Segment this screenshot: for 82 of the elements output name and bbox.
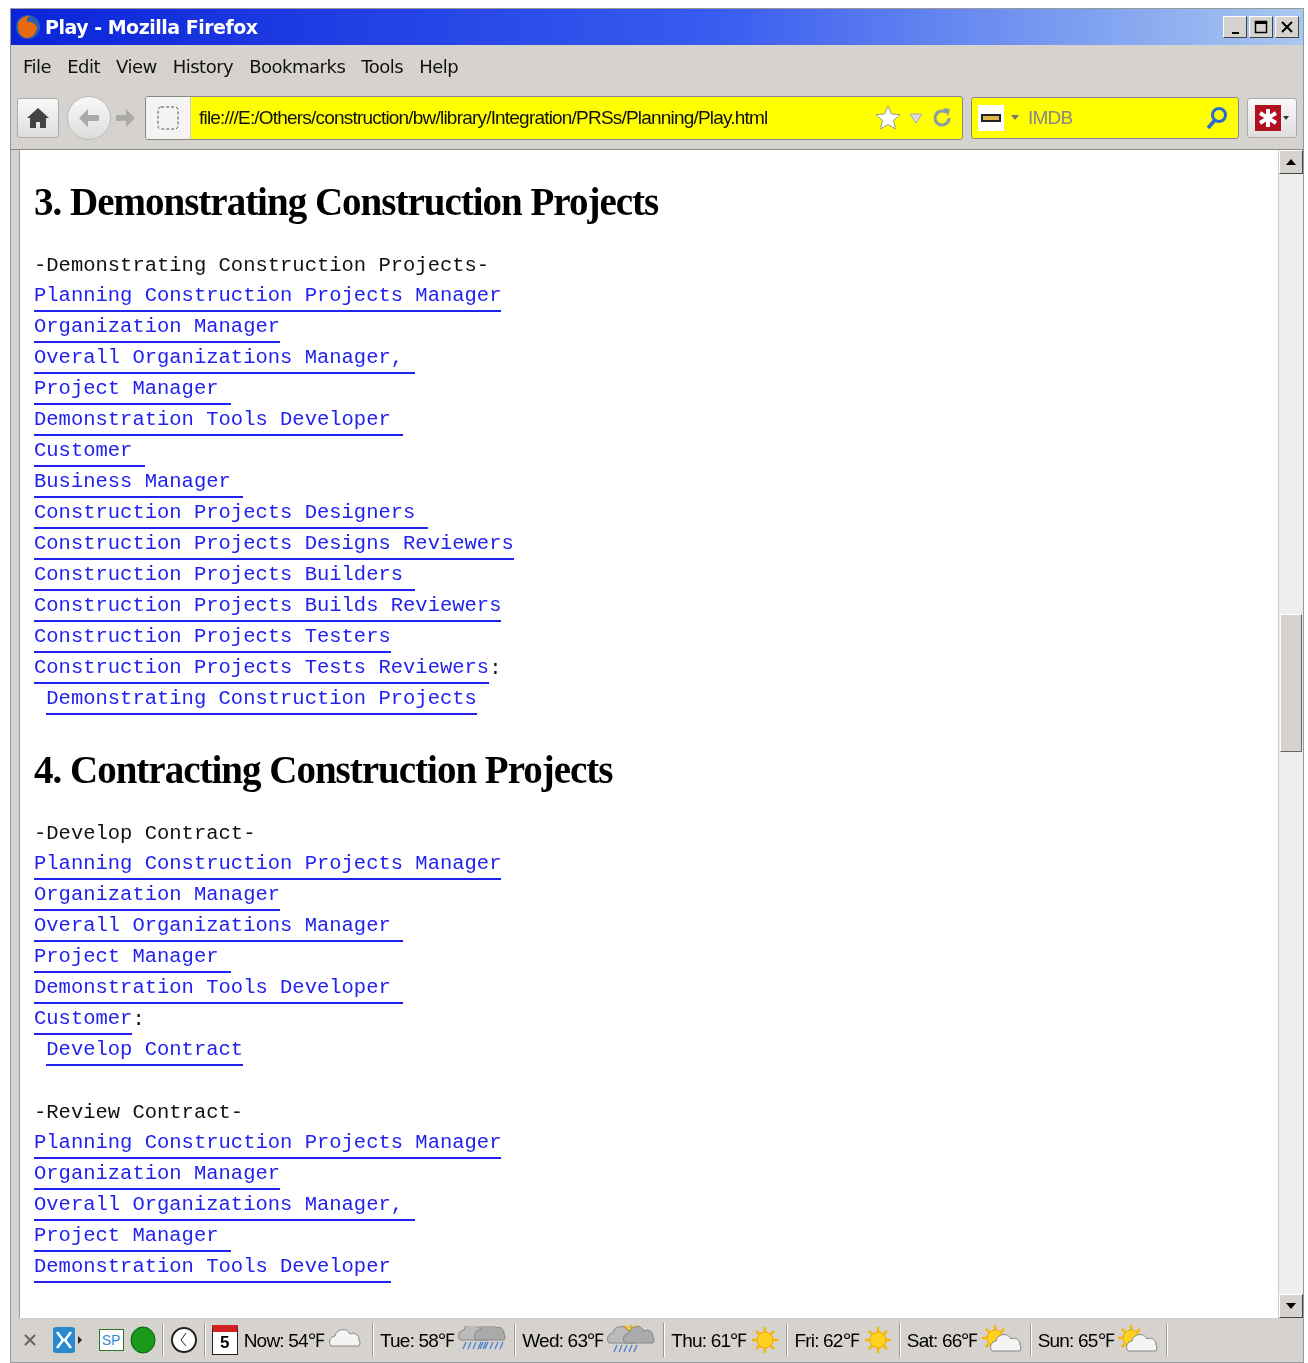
role-link[interactable]: Project Manager — [34, 942, 231, 973]
scroll-down-button[interactable] — [1279, 1294, 1303, 1318]
role-link[interactable]: Planning Construction Projects Manager — [34, 281, 502, 312]
scroll-up-button[interactable] — [1279, 150, 1303, 174]
weather-text: Sat: 66℉ — [906, 1329, 978, 1353]
menu-item[interactable]: History — [166, 53, 240, 79]
close-icon — [1280, 20, 1294, 34]
section-heading: 3. Demonstrating Construction Projects — [34, 179, 660, 226]
role-link[interactable]: Overall Organizations Manager, — [34, 343, 416, 374]
close-icon[interactable] — [23, 1333, 37, 1347]
back-arrow-icon — [77, 108, 101, 128]
role-link[interactable]: Project Manager — [34, 374, 231, 405]
role-link[interactable]: Demonstration Tools Developer — [34, 1252, 391, 1283]
role-link[interactable]: Organization Manager — [34, 880, 281, 911]
section-heading: 4. Contracting Construction Projects — [34, 747, 614, 794]
down-arrow-icon — [1286, 1303, 1296, 1309]
weather-text: Now: 54℉ — [243, 1329, 324, 1353]
process-link[interactable]: Develop Contract — [46, 1035, 244, 1066]
colon-text: : — [132, 1007, 145, 1033]
weather-text: Fri: 62℉ — [794, 1329, 859, 1353]
weather-text: Tue: 58℉ — [380, 1329, 455, 1353]
search-engine-icon — [978, 105, 1004, 131]
role-link[interactable]: Planning Construction Projects Manager — [34, 1128, 502, 1159]
role-link[interactable]: Customer — [34, 1004, 133, 1035]
menu-item[interactable]: File — [17, 53, 58, 79]
maximize-icon — [1254, 20, 1268, 34]
role-link[interactable]: Organization Manager — [34, 1159, 281, 1190]
menu-item[interactable]: Tools — [355, 53, 410, 79]
role-link[interactable]: Project Manager — [34, 1221, 231, 1252]
colon-text: : — [489, 656, 502, 682]
role-link[interactable]: Overall Organizations Manager, — [34, 1190, 416, 1221]
sun-rain-cloud-icon — [607, 1325, 658, 1355]
search-bar[interactable]: IMDB — [971, 97, 1239, 139]
address-bar[interactable]: file:///E:/Others/construction/bw/library/Integration/PRSs/Planning/Play.html — [145, 96, 963, 140]
sun-icon — [750, 1325, 781, 1355]
home-button[interactable] — [17, 98, 59, 138]
role-link[interactable]: Organization Manager — [34, 312, 281, 343]
minimize-icon — [1231, 32, 1239, 34]
sun-icon — [862, 1325, 893, 1355]
maximize-button[interactable] — [1249, 16, 1273, 38]
role-link[interactable]: Overall Organizations Manager — [34, 911, 404, 942]
role-link[interactable]: Construction Projects Builders — [34, 560, 416, 591]
address-field[interactable]: file:///E:/Others/construction/bw/library/Integration/PRSs/Planning/Play.html — [191, 106, 874, 130]
page-icon — [157, 106, 179, 130]
clock-icon[interactable] — [169, 1326, 198, 1354]
extension-button[interactable] — [1247, 98, 1297, 138]
role-link[interactable]: Construction Projects Designs Reviewers — [34, 529, 514, 560]
role-link[interactable]: Construction Projects Builds Reviewers — [34, 591, 502, 622]
weather-text: Sun: 65℉ — [1037, 1329, 1114, 1353]
weather-text: Thu: 61℉ — [671, 1329, 747, 1353]
caret-icon — [1010, 114, 1020, 122]
sun-cloud-icon — [981, 1325, 1024, 1355]
role-link[interactable]: Demonstration Tools Developer — [34, 973, 404, 1004]
home-icon — [26, 107, 50, 129]
menu-item[interactable]: Bookmarks — [243, 53, 352, 79]
role-link[interactable]: Construction Projects Testers — [34, 622, 391, 653]
block-title: -Develop Contract- — [34, 821, 256, 847]
role-link[interactable]: Construction Projects Tests Reviewers — [34, 653, 490, 684]
role-link[interactable]: Planning Construction Projects Manager — [34, 849, 502, 880]
sp-icon[interactable]: SP — [99, 1329, 124, 1351]
block-title: -Review Contract- — [34, 1100, 244, 1126]
role-link[interactable]: Demonstration Tools Developer — [34, 405, 404, 436]
weather-text: Wed: 63℉ — [522, 1329, 604, 1353]
up-arrow-icon — [1286, 159, 1296, 165]
menu-item[interactable]: View — [110, 53, 163, 79]
close-button[interactable] — [1275, 16, 1299, 38]
menu-item[interactable]: Edit — [61, 53, 106, 79]
scrollbar-thumb[interactable] — [1280, 614, 1302, 752]
star-icon[interactable] — [874, 104, 902, 132]
menu-item[interactable]: Help — [413, 53, 465, 79]
block-title: -Demonstrating Construction Projects- — [34, 253, 490, 279]
role-link[interactable]: Customer — [34, 436, 145, 467]
minimize-button[interactable] — [1223, 16, 1247, 38]
calendar-icon[interactable]: 5 — [211, 1325, 238, 1355]
search-icon[interactable] — [1206, 106, 1228, 130]
role-link[interactable]: Construction Projects Designers — [34, 498, 428, 529]
role-link[interactable]: Business Manager — [34, 467, 244, 498]
sun-cloud-icon — [1117, 1325, 1160, 1355]
window-title: Play - Mozilla Firefox — [45, 16, 259, 38]
search-field[interactable]: IMDB — [1026, 106, 1200, 130]
bowtie-icon[interactable] — [53, 1327, 83, 1353]
process-link[interactable]: Demonstrating Construction Projects — [46, 684, 477, 715]
